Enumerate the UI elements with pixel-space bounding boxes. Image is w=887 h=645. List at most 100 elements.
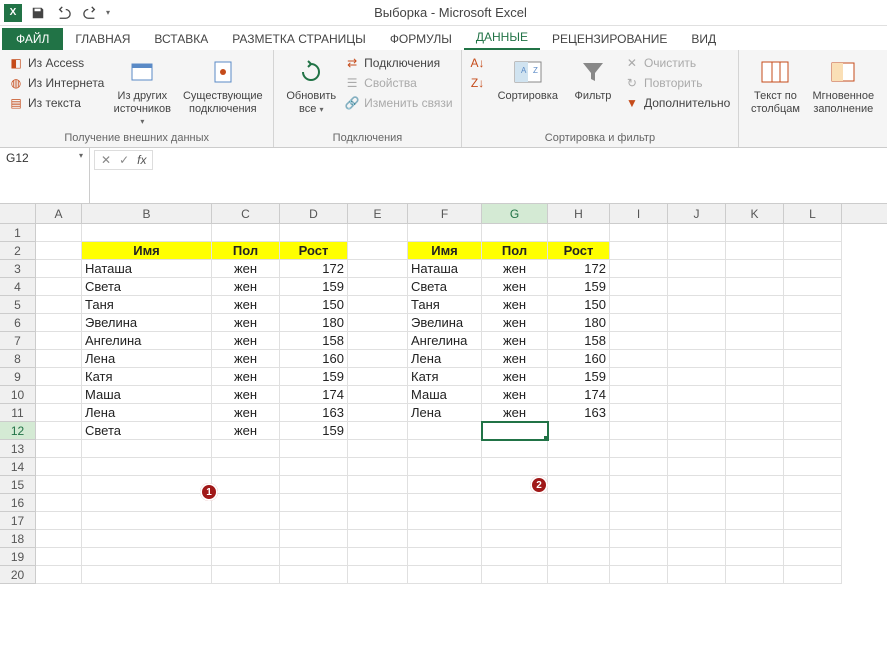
cell[interactable] — [348, 260, 408, 278]
cell[interactable]: жен — [212, 314, 280, 332]
cell[interactable] — [610, 512, 668, 530]
cell[interactable]: Лена — [408, 404, 482, 422]
cell[interactable] — [784, 260, 842, 278]
cell[interactable]: 158 — [280, 332, 348, 350]
cell[interactable] — [82, 458, 212, 476]
cell[interactable] — [726, 548, 784, 566]
cell[interactable] — [348, 476, 408, 494]
cell[interactable] — [36, 548, 82, 566]
cell[interactable] — [784, 458, 842, 476]
col-header[interactable]: G — [482, 204, 548, 223]
row-header[interactable]: 8 — [0, 350, 36, 368]
cell[interactable]: 159 — [280, 278, 348, 296]
cell[interactable] — [348, 422, 408, 440]
row-header[interactable]: 17 — [0, 512, 36, 530]
cell[interactable]: Пол — [482, 242, 548, 260]
cell[interactable] — [548, 476, 610, 494]
cell[interactable]: 174 — [548, 386, 610, 404]
cell[interactable] — [726, 476, 784, 494]
cell[interactable] — [36, 458, 82, 476]
cell[interactable] — [784, 548, 842, 566]
existing-conn-button[interactable]: Существующие подключения — [178, 54, 267, 117]
cell[interactable]: 174 — [280, 386, 348, 404]
cell[interactable] — [482, 458, 548, 476]
clear-filter-button[interactable]: ✕Очистить — [622, 54, 732, 72]
row-header[interactable]: 10 — [0, 386, 36, 404]
cell[interactable]: 163 — [280, 404, 348, 422]
cell[interactable] — [348, 332, 408, 350]
cell[interactable]: жен — [482, 350, 548, 368]
cell[interactable]: жен — [482, 404, 548, 422]
cell[interactable]: жен — [482, 296, 548, 314]
cell[interactable]: 159 — [280, 368, 348, 386]
row-header[interactable]: 4 — [0, 278, 36, 296]
cell[interactable]: Таня — [408, 296, 482, 314]
cell[interactable] — [784, 530, 842, 548]
cell[interactable] — [548, 548, 610, 566]
cell[interactable] — [610, 224, 668, 242]
cell[interactable] — [668, 566, 726, 584]
cell[interactable] — [348, 278, 408, 296]
row-header[interactable]: 2 — [0, 242, 36, 260]
cell[interactable]: жен — [212, 368, 280, 386]
cell[interactable] — [408, 494, 482, 512]
cell[interactable] — [280, 440, 348, 458]
row-header[interactable]: 19 — [0, 548, 36, 566]
cell[interactable] — [668, 224, 726, 242]
cell[interactable] — [408, 440, 482, 458]
cell[interactable] — [280, 530, 348, 548]
cell[interactable] — [280, 476, 348, 494]
cell[interactable] — [36, 386, 82, 404]
cell[interactable] — [784, 278, 842, 296]
from-other-button[interactable]: Из других источников ▾ — [106, 54, 178, 130]
cell[interactable] — [36, 332, 82, 350]
cell[interactable] — [36, 314, 82, 332]
cell[interactable] — [36, 440, 82, 458]
tab-layout[interactable]: РАЗМЕТКА СТРАНИЦЫ — [220, 28, 378, 50]
cell[interactable] — [408, 530, 482, 548]
from-web-button[interactable]: ◍Из Интернета — [6, 74, 106, 92]
cell[interactable] — [82, 494, 212, 512]
cell[interactable] — [668, 332, 726, 350]
cell[interactable] — [212, 530, 280, 548]
cell[interactable] — [36, 278, 82, 296]
cell[interactable] — [610, 530, 668, 548]
cell[interactable] — [784, 332, 842, 350]
cell[interactable]: Рост — [280, 242, 348, 260]
cell[interactable] — [348, 458, 408, 476]
cell[interactable] — [726, 350, 784, 368]
cell[interactable] — [784, 422, 842, 440]
cell[interactable] — [726, 458, 784, 476]
cell[interactable] — [668, 422, 726, 440]
cell[interactable]: Маша — [408, 386, 482, 404]
tab-view[interactable]: ВИД — [679, 28, 728, 50]
cell[interactable] — [82, 548, 212, 566]
cell[interactable] — [280, 458, 348, 476]
cell[interactable] — [668, 242, 726, 260]
row-header[interactable]: 16 — [0, 494, 36, 512]
cell[interactable] — [348, 566, 408, 584]
col-header[interactable]: F — [408, 204, 482, 223]
cell[interactable] — [610, 314, 668, 332]
cell[interactable] — [36, 260, 82, 278]
cell[interactable]: жен — [482, 314, 548, 332]
spreadsheet-grid[interactable]: A B C D E F G H I J K L 12ИмяПолРостИмяП… — [0, 204, 887, 584]
cell[interactable] — [726, 224, 784, 242]
cell[interactable]: Лена — [82, 350, 212, 368]
cell[interactable] — [784, 566, 842, 584]
cell[interactable] — [610, 368, 668, 386]
cell[interactable]: 150 — [548, 296, 610, 314]
cell[interactable] — [726, 494, 784, 512]
cell[interactable] — [610, 422, 668, 440]
cell[interactable] — [36, 512, 82, 530]
cell[interactable] — [348, 296, 408, 314]
cell[interactable] — [348, 224, 408, 242]
row-header[interactable]: 9 — [0, 368, 36, 386]
cell[interactable] — [408, 512, 482, 530]
cell[interactable] — [548, 422, 610, 440]
cell[interactable] — [726, 512, 784, 530]
cell[interactable]: 159 — [548, 368, 610, 386]
cell[interactable] — [482, 530, 548, 548]
qat-dropdown-icon[interactable]: ▾ — [106, 8, 110, 17]
cell[interactable] — [784, 476, 842, 494]
